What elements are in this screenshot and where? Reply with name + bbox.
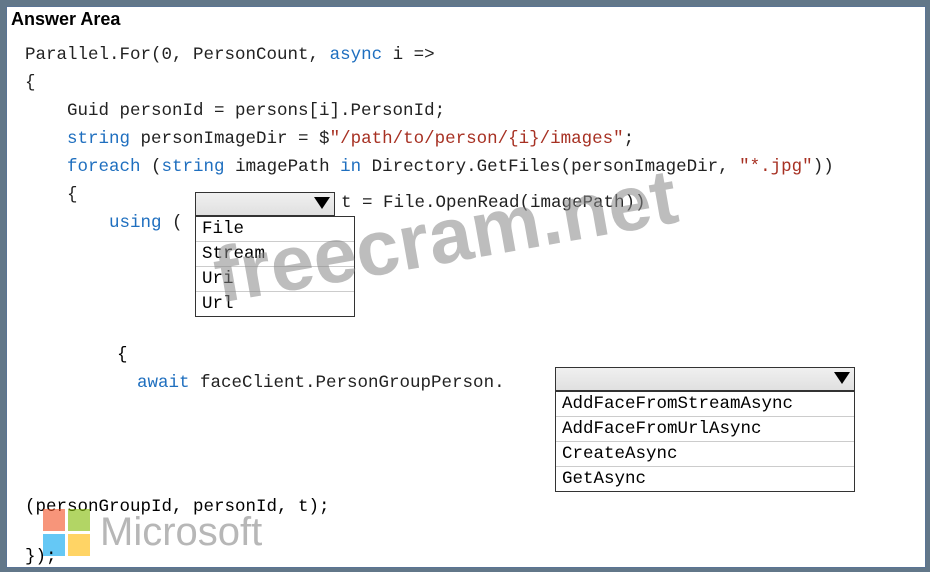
code-text: t = File.OpenRead(imagePath)): [341, 193, 646, 213]
code-text: Parallel.For(0, PersonCount,: [25, 45, 330, 65]
dropdown-option[interactable]: File: [196, 217, 354, 242]
keyword-await: await: [137, 373, 190, 393]
string-literal: "*.jpg": [739, 157, 813, 177]
code-text: (: [141, 157, 162, 177]
method-dropdown[interactable]: [555, 367, 855, 391]
dropdown-option[interactable]: AddFaceFromStreamAsync: [556, 392, 854, 417]
code-text: Guid personId = persons[i].PersonId;: [25, 101, 445, 121]
keyword-string: string: [67, 129, 130, 149]
type-dropdown[interactable]: [195, 192, 335, 216]
code-text: {: [117, 345, 128, 365]
keyword-async: async: [330, 45, 383, 65]
microsoft-logo: Microsoft: [43, 509, 262, 556]
dropdown-option[interactable]: Uri: [196, 267, 354, 292]
code-text: personImageDir = $: [130, 129, 330, 149]
dropdown-option[interactable]: CreateAsync: [556, 442, 854, 467]
answer-area-header: Answer Area: [11, 9, 120, 30]
code-text: });: [25, 547, 57, 567]
code-text: i =>: [382, 45, 435, 65]
code-text: {: [25, 73, 36, 93]
code-text: [25, 213, 109, 233]
method-dropdown-list: AddFaceFromStreamAsync AddFaceFromUrlAsy…: [555, 391, 855, 492]
code-text: imagePath: [225, 157, 341, 177]
keyword-using: using: [109, 213, 162, 233]
dropdown-option[interactable]: Stream: [196, 242, 354, 267]
code-text: faceClient.PersonGroupPerson.: [190, 373, 505, 393]
keyword-in: in: [340, 157, 361, 177]
dropdown-option[interactable]: AddFaceFromUrlAsync: [556, 417, 854, 442]
type-dropdown-list: File Stream Uri Url: [195, 216, 355, 317]
microsoft-text: Microsoft: [100, 510, 262, 555]
dropdown-option[interactable]: Url: [196, 292, 354, 316]
code-text: [25, 129, 67, 149]
code-text: ;: [624, 129, 635, 149]
string-literal: "/path/to/person/{i}/images": [330, 129, 624, 149]
dropdown-option[interactable]: GetAsync: [556, 467, 854, 491]
keyword-string: string: [162, 157, 225, 177]
chevron-down-icon: [314, 197, 330, 209]
chevron-down-icon: [834, 372, 850, 384]
code-text: Directory.GetFiles(personImageDir,: [361, 157, 739, 177]
answer-area-frame: Answer Area Parallel.For(0, PersonCount,…: [6, 6, 926, 568]
code-text: [25, 157, 67, 177]
code-text: )): [813, 157, 834, 177]
code-text: (: [162, 213, 194, 233]
keyword-foreach: foreach: [67, 157, 141, 177]
code-text: await faceClient.PersonGroupPerson.: [137, 373, 505, 393]
code-text: {: [25, 185, 78, 205]
